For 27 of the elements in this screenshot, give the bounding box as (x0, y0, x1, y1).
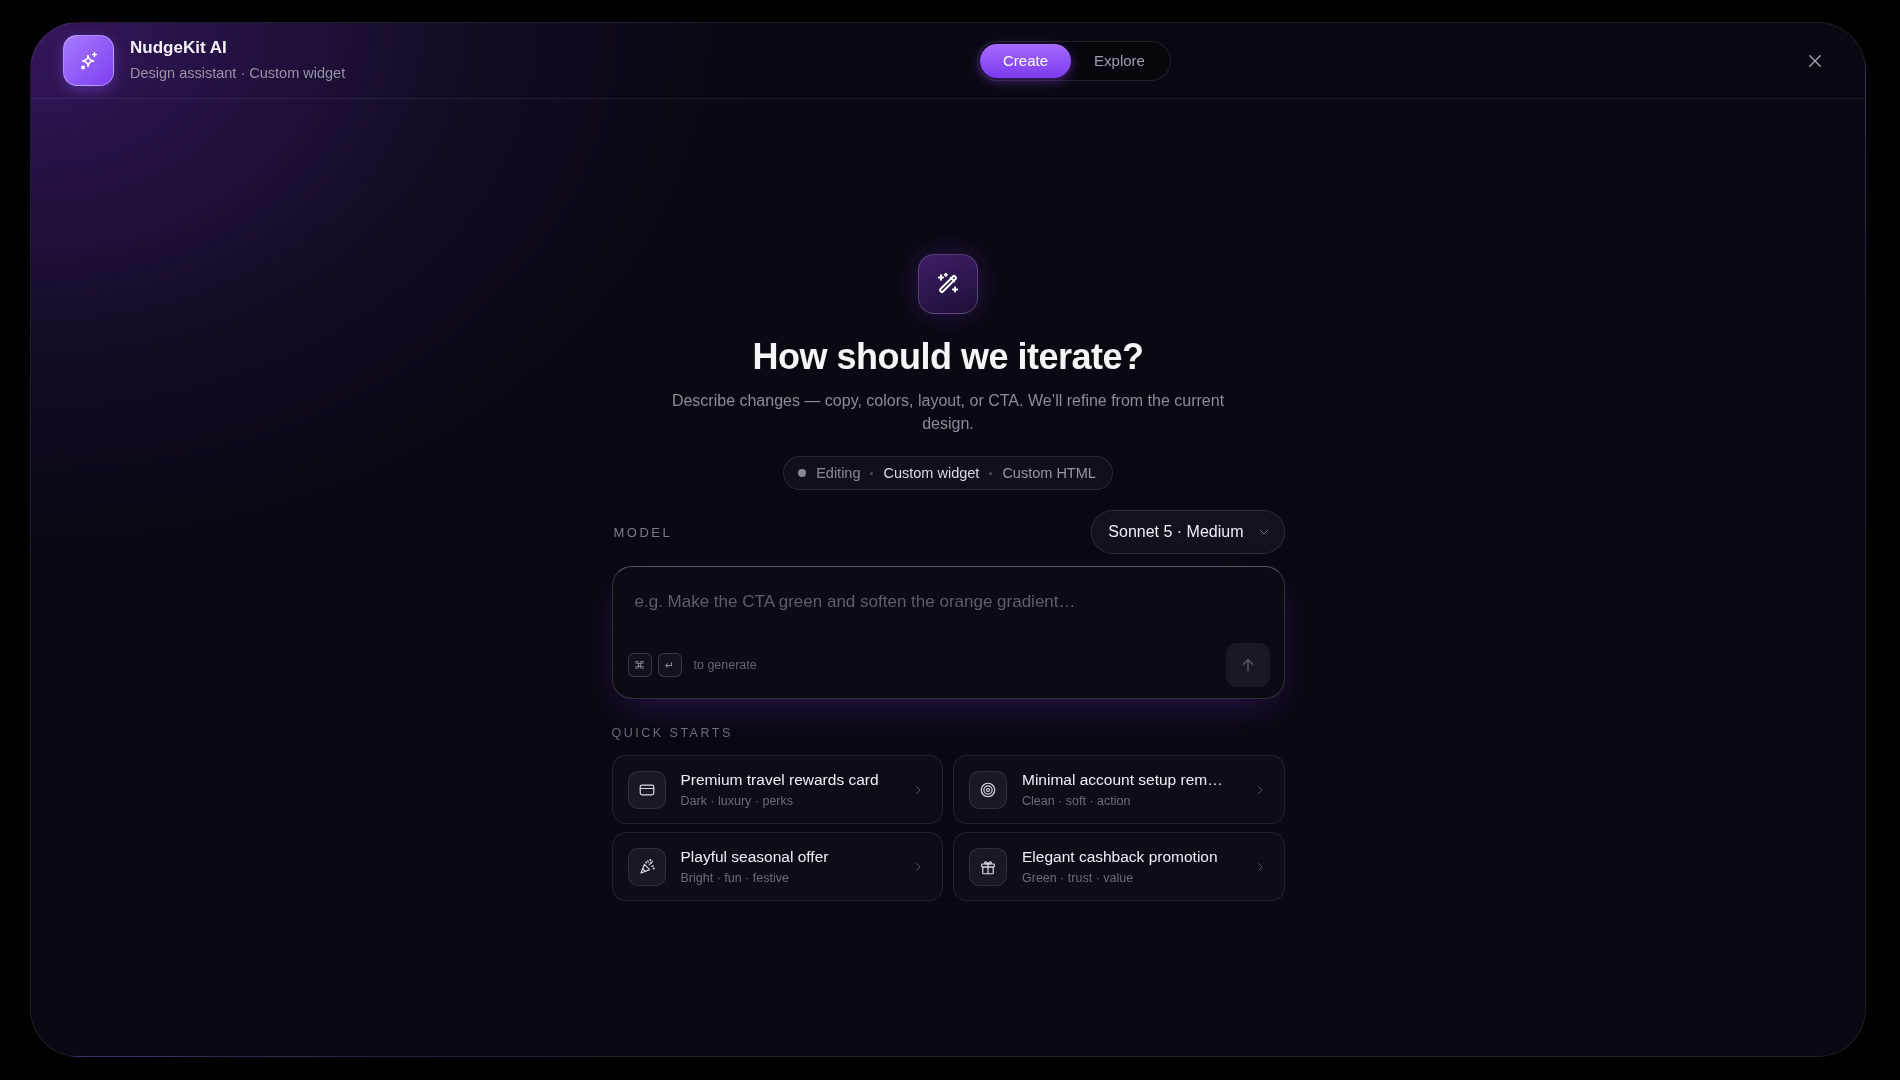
app-subtitle: Design assistant · Custom widget (130, 64, 346, 83)
sparkle-icon (63, 35, 114, 86)
magic-wand-icon (918, 254, 978, 314)
quick-start-card[interactable]: Elegant cashback promotion Green · trust · value (953, 832, 1285, 901)
model-dropdown[interactable]: Sonnet 5 · Medium (1091, 510, 1285, 554)
quick-start-card[interactable]: Playful seasonal offer Bright · fun · festive (611, 832, 943, 901)
shortcut-hint: to generate (693, 658, 757, 672)
format-label: Custom HTML (1002, 465, 1096, 481)
keycap: ↵ (657, 653, 682, 677)
status-label: Editing (816, 465, 861, 481)
hero-description: Describe changes — copy, colors, layout, or CTA. We’ll refine from the current design. (670, 391, 1226, 434)
prompt-input[interactable]: e.g. Make the CTA green and soften the orange gradient… (627, 587, 1270, 620)
tab[interactable]: Create (980, 43, 1072, 78)
hero-title: How should we iterate? (752, 336, 1144, 378)
status-dot-icon (798, 469, 807, 477)
tab[interactable]: Explore (1071, 43, 1168, 78)
quick-starts-label: QUICK STARTS (611, 725, 733, 741)
app-title: NudgeKit AI (130, 38, 227, 58)
gift-icon (969, 847, 1007, 886)
model-label: MODEL (612, 524, 673, 540)
party-popper-icon (627, 847, 666, 886)
keycap: ⌘ (627, 653, 652, 677)
quick-start-card[interactable]: Minimal account setup rem… Clean · soft · action (953, 755, 1285, 824)
target-icon (969, 770, 1007, 809)
widget-label: Custom widget (883, 465, 980, 481)
quick-start-card[interactable]: Premium travel rewards card Dark · luxury · perks (611, 755, 943, 824)
credit-card-icon (627, 770, 666, 809)
